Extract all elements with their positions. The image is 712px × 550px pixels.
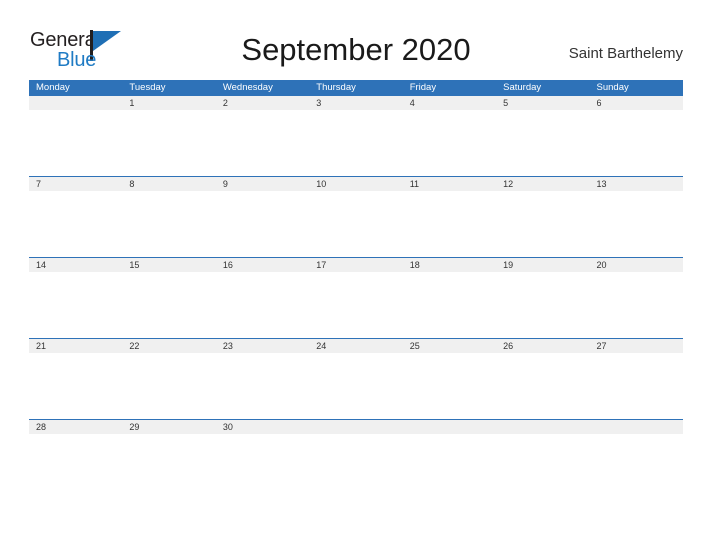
- week-notes-area[interactable]: [29, 353, 683, 419]
- day-cell[interactable]: 27: [590, 339, 683, 353]
- weekday-header-saturday: Saturday: [503, 82, 542, 93]
- weekday-header-tuesday: Tuesday: [129, 82, 166, 93]
- day-cell[interactable]: [29, 96, 122, 110]
- day-cell[interactable]: 26: [496, 339, 589, 353]
- week-date-band: 7 8 9 10 11 12 13: [29, 176, 683, 191]
- weekday-header-friday: Friday: [409, 82, 437, 93]
- week-notes-area[interactable]: [29, 434, 683, 456]
- day-cell[interactable]: [590, 420, 683, 434]
- week-notes-area[interactable]: [29, 272, 683, 338]
- day-cell[interactable]: 7: [29, 177, 122, 191]
- day-cell[interactable]: 5: [496, 96, 589, 110]
- day-cell[interactable]: 24: [309, 339, 402, 353]
- day-cell[interactable]: 13: [590, 177, 683, 191]
- day-cell[interactable]: 11: [403, 177, 496, 191]
- day-cell[interactable]: 29: [122, 420, 215, 434]
- day-cell[interactable]: 9: [216, 177, 309, 191]
- day-cell[interactable]: 19: [496, 258, 589, 272]
- weekday-header-wednesday: Wednesday: [222, 82, 273, 93]
- week-date-band: 28 29 30: [29, 419, 683, 434]
- weekday-header-monday: Monday: [36, 82, 70, 93]
- day-cell[interactable]: 22: [122, 339, 215, 353]
- day-cell[interactable]: 21: [29, 339, 122, 353]
- page-header: General Blue September 2020 Saint Barthe…: [0, 0, 712, 76]
- week-row: 28 29 30: [29, 419, 683, 456]
- calendar-grid: Monday Tuesday Wednesday Thursday Friday…: [29, 80, 683, 456]
- day-cell[interactable]: 1: [122, 96, 215, 110]
- day-cell[interactable]: [403, 420, 496, 434]
- week-row: 14 15 16 17 18 19 20: [29, 257, 683, 338]
- day-cell[interactable]: 6: [590, 96, 683, 110]
- day-cell[interactable]: [309, 420, 402, 434]
- weekday-header-thursday: Thursday: [316, 82, 356, 93]
- week-row: 21 22 23 24 25 26 27: [29, 338, 683, 419]
- day-cell[interactable]: 18: [403, 258, 496, 272]
- week-notes-area[interactable]: [29, 110, 683, 176]
- day-cell[interactable]: 17: [309, 258, 402, 272]
- day-cell[interactable]: 20: [590, 258, 683, 272]
- day-cell[interactable]: [496, 420, 589, 434]
- day-cell[interactable]: 15: [122, 258, 215, 272]
- week-row: 7 8 9 10 11 12 13: [29, 176, 683, 257]
- week-date-band: 14 15 16 17 18 19 20: [29, 257, 683, 272]
- day-cell[interactable]: 2: [216, 96, 309, 110]
- day-cell[interactable]: 28: [29, 420, 122, 434]
- day-cell[interactable]: 14: [29, 258, 122, 272]
- day-cell[interactable]: 25: [403, 339, 496, 353]
- week-date-band: 21 22 23 24 25 26 27: [29, 338, 683, 353]
- week-row: 1 2 3 4 5 6: [29, 96, 683, 176]
- day-cell[interactable]: 3: [309, 96, 402, 110]
- day-cell[interactable]: 8: [122, 177, 215, 191]
- week-notes-area[interactable]: [29, 191, 683, 257]
- day-cell[interactable]: 10: [309, 177, 402, 191]
- day-cell[interactable]: 12: [496, 177, 589, 191]
- day-cell[interactable]: 16: [216, 258, 309, 272]
- weekday-header-row: Monday Tuesday Wednesday Thursday Friday…: [29, 80, 683, 96]
- location-label: Saint Barthelemy: [568, 45, 683, 62]
- day-cell[interactable]: 23: [216, 339, 309, 353]
- weekday-header-sunday: Sunday: [596, 82, 629, 93]
- calendar-page: General Blue September 2020 Saint Barthe…: [0, 0, 712, 550]
- day-cell[interactable]: 30: [216, 420, 309, 434]
- day-cell[interactable]: 4: [403, 96, 496, 110]
- week-date-band: 1 2 3 4 5 6: [29, 96, 683, 110]
